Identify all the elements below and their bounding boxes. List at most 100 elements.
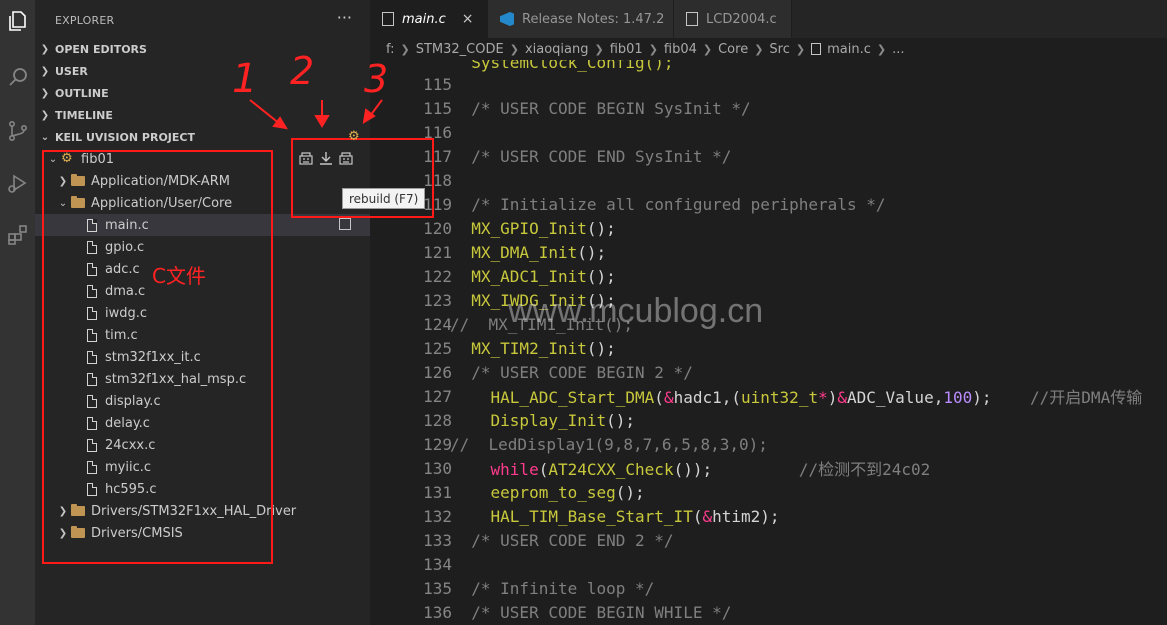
code-editor[interactable]: SystemClock_Config(); 115 115 /* USER CO… [370, 60, 1167, 625]
tab-main-c[interactable]: main.c × [370, 0, 488, 38]
breadcrumb-item[interactable]: main.c [827, 42, 871, 57]
chevron-right-icon: ❯ [58, 175, 68, 187]
file-iwdg-c[interactable]: iwdg.c [35, 302, 370, 324]
extensions-icon[interactable] [0, 214, 35, 256]
section-outline[interactable]: ❯ OUTLINE [35, 82, 370, 104]
code-line: 117 /* USER CODE END SysInit */ [370, 144, 731, 168]
section-label: USER [55, 64, 88, 78]
line-number: 123 [423, 290, 452, 310]
file-myiic-c[interactable]: myiic.c [35, 456, 370, 478]
close-icon[interactable]: × [462, 11, 474, 27]
code-line: 122 MX_ADC1_Init(); [370, 264, 616, 288]
code-text: /* USER CODE BEGIN WHILE */ [452, 602, 732, 622]
file-icon [382, 12, 394, 26]
rebuild-icon[interactable] [338, 150, 354, 166]
file-icon [87, 218, 97, 232]
folder-label: Drivers/STM32F1xx_HAL_Driver [91, 503, 297, 519]
tab-lcd2004-c[interactable]: LCD2004.c [674, 0, 792, 38]
code-text: // MX_TIM1_Init(); [450, 314, 634, 334]
section-label: OUTLINE [55, 86, 109, 100]
file-icon [87, 372, 97, 386]
line-number: 132 [423, 506, 452, 526]
code-line: 134 [370, 552, 452, 576]
code-text: HAL_TIM_Base_Start_IT [490, 506, 693, 526]
file-label: delay.c [105, 415, 150, 431]
code-line: 115 /* USER CODE BEGIN SysInit */ [370, 96, 751, 120]
code-line: 136 /* USER CODE BEGIN WHILE */ [370, 600, 731, 624]
tab-label: Release Notes: 1.47.2 [522, 11, 665, 27]
breadcrumb: f: ❯ STM32_CODE ❯ xiaoqiang ❯ fib01 ❯ fib04 ❯… [386, 41, 905, 57]
line-number: 135 [423, 578, 452, 598]
line-number: 130 [423, 458, 452, 478]
code-text: MX_TIM2_Init [471, 338, 587, 358]
search-icon[interactable] [0, 56, 35, 98]
code-text: while [490, 460, 539, 479]
file-hal-msp-c[interactable]: stm32f1xx_hal_msp.c [35, 368, 370, 390]
breadcrumb-item[interactable]: ... [892, 42, 904, 57]
file-hc595-c[interactable]: hc595.c [35, 478, 370, 500]
code-text: /* Infinite loop */ [452, 578, 655, 598]
breadcrumb-item[interactable]: fib04 [664, 42, 697, 57]
build-icon[interactable] [298, 150, 314, 166]
explorer-icon[interactable] [0, 0, 35, 42]
code-text: ); [972, 388, 992, 407]
section-label: TIMELINE [55, 108, 113, 122]
file-label: stm32f1xx_hal_msp.c [105, 371, 247, 387]
section-open-editors[interactable]: ❯ OPEN EDITORS [35, 38, 370, 60]
breadcrumb-item[interactable]: Core [718, 42, 748, 57]
code-text: AT24CXX_Check [548, 460, 674, 479]
folder-hal-driver[interactable]: ❯ Drivers/STM32F1xx_HAL_Driver [35, 500, 370, 522]
code-line: 132 HAL_TIM_Base_Start_IT(&htim2); [370, 504, 779, 528]
copy-icon[interactable] [339, 218, 351, 230]
line-number: 133 [423, 530, 452, 550]
file-gpio-c[interactable]: gpio.c [35, 236, 370, 258]
breadcrumb-item[interactable]: fib01 [610, 42, 643, 57]
line-number: 115 [423, 98, 452, 118]
folder-mdk-arm[interactable]: ❯ Application/MDK-ARM [35, 170, 370, 192]
download-icon[interactable] [318, 150, 334, 166]
code-text: MX_ADC1_Init [471, 266, 587, 286]
code-line: 135 /* Infinite loop */ [370, 576, 654, 600]
line-number: 129 [423, 434, 452, 454]
code-line: 115 [370, 72, 452, 96]
folder-icon [71, 504, 85, 516]
section-keil-project[interactable]: ⌄ KEIL UVISION PROJECT [35, 126, 370, 148]
code-text: uint32_t [741, 388, 819, 407]
folder-user-core[interactable]: ⌄ Application/User/Core [35, 192, 370, 214]
file-display-c[interactable]: display.c [35, 390, 370, 412]
file-main-c[interactable]: main.c [35, 214, 370, 236]
chevron-down-icon: ⌄ [40, 131, 50, 143]
project-gear-icon: ⚙ [61, 151, 73, 166]
file-delay-c[interactable]: delay.c [35, 412, 370, 434]
source-control-icon[interactable] [0, 110, 35, 152]
code-line: 128 Display_Init(); [370, 408, 635, 432]
folder-label: Application/User/Core [91, 195, 233, 211]
run-debug-icon[interactable] [0, 162, 35, 204]
code-line: 131 eeprom_to_seg(); [370, 480, 645, 504]
folder-label: Application/MDK-ARM [91, 173, 230, 189]
folder-cmsis[interactable]: ❯ Drivers/CMSIS [35, 522, 370, 544]
file-24cxx-c[interactable]: 24cxx.c [35, 434, 370, 456]
code-line: 116 [370, 120, 452, 144]
code-text: /* USER CODE BEGIN 2 */ [452, 362, 693, 382]
line-number: 131 [423, 482, 452, 502]
file-stm32f1xx-it-c[interactable]: stm32f1xx_it.c [35, 346, 370, 368]
breadcrumb-item[interactable]: f: [386, 42, 395, 57]
editor-tabs: main.c × Release Notes: 1.47.2 LCD2004.c [370, 0, 1167, 38]
breadcrumb-item[interactable]: STM32_CODE [416, 42, 504, 57]
breadcrumb-item[interactable]: xiaoqiang [525, 42, 589, 57]
code-text: // LedDisplay1(9,8,7,6,5,8,3,0); [450, 434, 768, 454]
code-text: SystemClock_Config(); [452, 60, 674, 72]
file-icon [87, 240, 97, 254]
folder-icon [71, 174, 85, 186]
tab-release-notes[interactable]: Release Notes: 1.47.2 [488, 0, 674, 38]
file-tim-c[interactable]: tim.c [35, 324, 370, 346]
file-icon [87, 350, 97, 364]
file-icon [87, 262, 97, 276]
more-actions-icon[interactable]: ··· [337, 8, 352, 27]
file-label: stm32f1xx_it.c [105, 349, 201, 365]
breadcrumb-item[interactable]: Src [769, 42, 789, 57]
folder-label: Drivers/CMSIS [91, 525, 183, 541]
section-timeline[interactable]: ❯ TIMELINE [35, 104, 370, 126]
section-user[interactable]: ❯ USER [35, 60, 370, 82]
